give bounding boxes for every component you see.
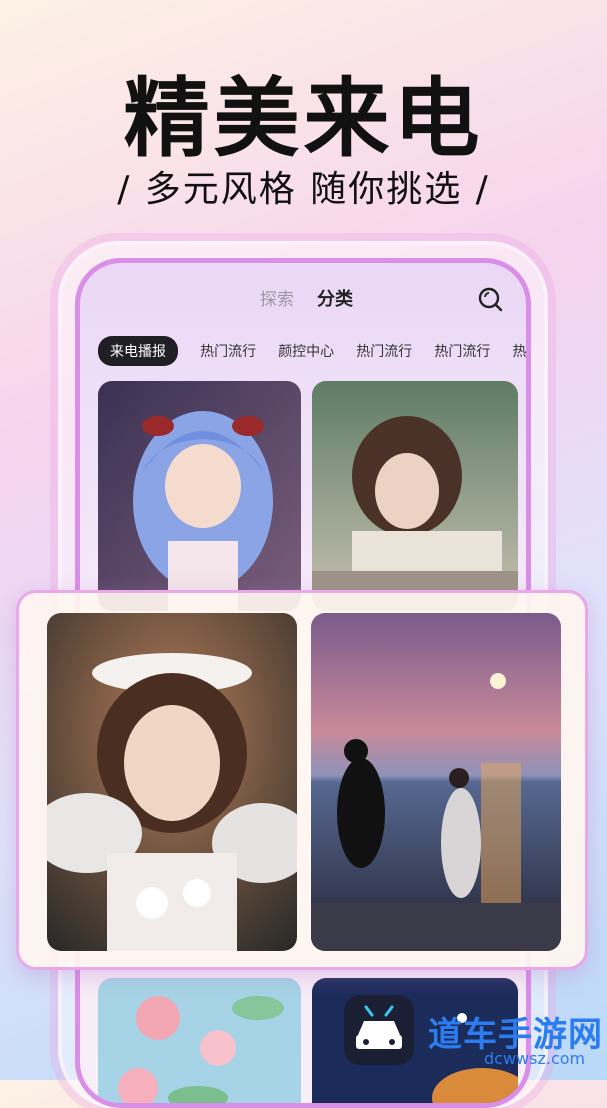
- car-logo-icon: [344, 995, 414, 1065]
- watermark-url: dcwwsz.com: [484, 1049, 586, 1068]
- chip-category[interactable]: 颜控中心: [278, 337, 334, 365]
- promo-headline: 精美来电: [123, 69, 484, 169]
- search-icon[interactable]: [476, 285, 504, 313]
- chip-category[interactable]: 热门流行: [434, 337, 490, 365]
- featured-panel: [16, 590, 588, 970]
- watermark: 道车手游网 dcwwsz.com: [344, 995, 604, 1080]
- featured-card-angel[interactable]: [47, 613, 297, 951]
- featured-card-sunset[interactable]: [311, 613, 561, 951]
- top-navigation: 探索 分类: [80, 285, 526, 315]
- wallpaper-card-reading[interactable]: [312, 381, 518, 611]
- angel-portrait-image: [47, 613, 297, 951]
- wallpaper-card-flowers[interactable]: [98, 978, 301, 1103]
- tab-category[interactable]: 分类: [317, 285, 353, 311]
- tab-explore[interactable]: 探索: [260, 285, 294, 310]
- woman-reading-image: [312, 381, 518, 611]
- chip-category[interactable]: 热门: [512, 337, 526, 365]
- chip-category[interactable]: 热门流行: [356, 337, 412, 365]
- anime-girl-image: [98, 381, 301, 611]
- promo-subline: / 多元风格 随你挑选 /: [117, 169, 490, 210]
- category-chips: 来电播报 热门流行 颜控中心 热门流行 热门流行 热门: [98, 336, 526, 366]
- chip-category[interactable]: 来电播报: [98, 336, 178, 366]
- chip-category[interactable]: 热门流行: [200, 337, 256, 365]
- sunset-couple-image: [311, 613, 561, 951]
- wallpaper-card-anime[interactable]: [98, 381, 301, 611]
- flower-image: [98, 978, 301, 1103]
